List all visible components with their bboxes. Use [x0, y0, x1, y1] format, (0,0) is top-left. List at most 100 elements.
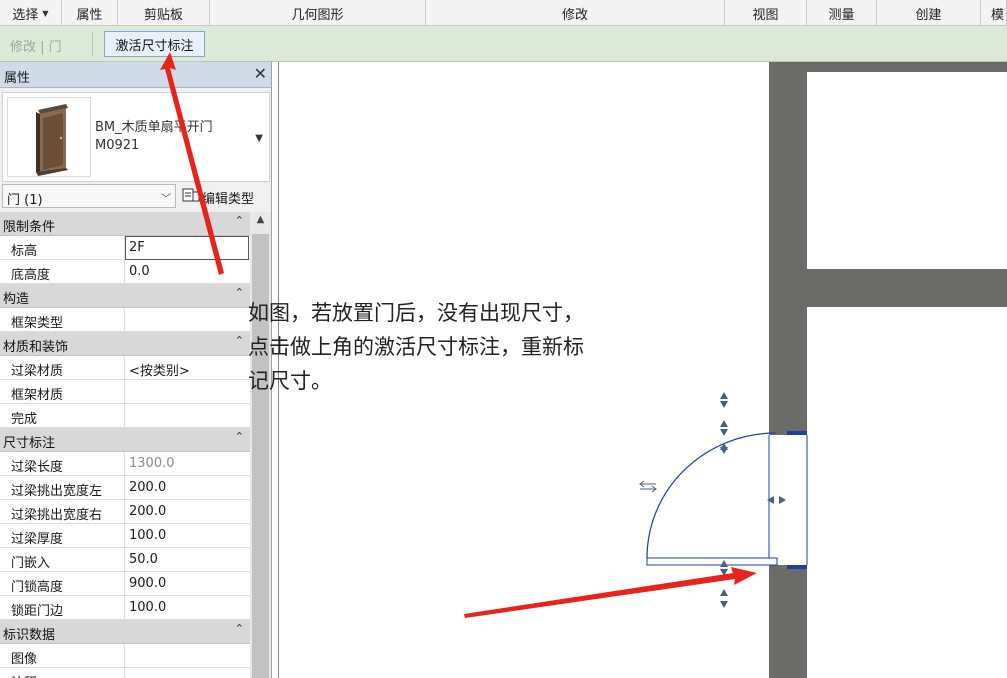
- ribbon-tab-view[interactable]: 视图: [725, 0, 807, 26]
- property-row: 完成: [0, 404, 250, 428]
- property-key: 门嵌入: [0, 548, 125, 571]
- ribbon-tab-label: 修改: [561, 7, 588, 23]
- door-thumbnail-icon: [7, 97, 91, 177]
- property-value[interactable]: [126, 308, 250, 331]
- ribbon-tab-label: 模: [990, 7, 1004, 23]
- annotation-line: 记尺寸。: [248, 369, 332, 393]
- property-row: 图像: [0, 644, 250, 668]
- properties-header: 属性 ✕: [0, 62, 271, 88]
- ribbon-tab-label: 剪贴板: [143, 7, 183, 23]
- group-constraints[interactable]: 限制条件 ⌃: [0, 212, 250, 236]
- properties-panel: 属性 ✕ BM_木质单扇平开门 M0921 ▼ 门 (1) ﹀ 编辑类型 限制条…: [0, 62, 272, 678]
- property-row: 注释: [0, 668, 250, 678]
- wall-vertical[interactable]: [769, 62, 807, 678]
- room-area: [807, 307, 1007, 678]
- property-value[interactable]: 900.0: [126, 572, 250, 595]
- group-materials[interactable]: 材质和装饰 ⌃: [0, 332, 250, 356]
- property-row: 门锁高度 900.0: [0, 572, 250, 596]
- edit-type-label: 编辑类型: [202, 191, 255, 207]
- swap-direction-icon[interactable]: [639, 480, 657, 493]
- group-identity-data[interactable]: 标识数据 ⌃: [0, 620, 250, 644]
- property-value[interactable]: 200.0: [126, 476, 250, 499]
- group-construction[interactable]: 构造 ⌃: [0, 284, 250, 308]
- ribbon-tab-bar: 选择 ▼ 属性 剪贴板 几何图形 修改 视图 测量 创建 模: [0, 0, 1007, 26]
- edit-type-icon: [182, 187, 200, 207]
- ribbon-tab-select[interactable]: 选择 ▼: [0, 0, 62, 26]
- property-row: 框架材质: [0, 380, 250, 404]
- property-key: 锁距门边: [0, 596, 125, 619]
- ribbon-tab-label: 几何图形: [291, 7, 344, 23]
- ribbon-tab-label: 选择: [12, 7, 39, 23]
- ribbon-tab-label: 测量: [828, 7, 855, 23]
- group-label: 构造: [3, 292, 30, 307]
- type-mark-line: M0921: [95, 138, 140, 153]
- collapse-icon[interactable]: ⌃: [235, 286, 244, 299]
- property-value[interactable]: [126, 644, 250, 667]
- ribbon-tab-geometry[interactable]: 几何图形: [210, 0, 426, 26]
- property-key: 底高度: [0, 260, 125, 283]
- property-key: 图像: [0, 644, 125, 667]
- type-name: BM_木质单扇平开门 M0921: [95, 119, 213, 155]
- ribbon-tab-modify[interactable]: 修改: [426, 0, 725, 26]
- toolbar-divider: [92, 32, 93, 56]
- group-dimensions[interactable]: 尺寸标注 ⌃: [0, 428, 250, 452]
- type-name-line: BM_木质单扇平开门: [95, 120, 213, 135]
- ribbon-tab-label: 视图: [752, 7, 779, 23]
- context-toolbar: 修改 | 门 激活尺寸标注: [0, 26, 1007, 62]
- edit-type-button[interactable]: 编辑类型: [182, 186, 254, 208]
- property-value[interactable]: 0.0: [126, 260, 250, 283]
- annotation-line: 点击做上角的激活尺寸标注，重新标: [248, 335, 584, 359]
- ribbon-tab-model[interactable]: 模: [981, 0, 1007, 26]
- property-value[interactable]: 100.0: [126, 596, 250, 619]
- property-row: 过梁材质 <按类别>: [0, 356, 250, 380]
- scroll-up-icon[interactable]: ▲: [250, 212, 271, 230]
- property-value[interactable]: 200.0: [126, 500, 250, 523]
- properties-title: 属性: [4, 71, 31, 86]
- instance-filter-dropdown[interactable]: 门 (1) ﹀: [2, 184, 176, 208]
- activate-dimensions-button[interactable]: 激活尺寸标注: [104, 31, 205, 57]
- ribbon-tab-clipboard[interactable]: 剪贴板: [118, 0, 210, 26]
- level-value-field[interactable]: 2F: [125, 236, 249, 260]
- instruction-annotation: 如图，若放置门后，没有出现尺寸， 点击做上角的激活尺寸标注，重新标 记尺寸。: [248, 296, 658, 398]
- room-area: [807, 72, 1007, 269]
- close-icon[interactable]: ✕: [254, 64, 267, 83]
- chevron-down-icon[interactable]: ▼: [255, 133, 263, 144]
- property-value[interactable]: <按类别>: [126, 356, 250, 379]
- property-key: 过梁材质: [0, 356, 125, 379]
- annotation-line: 如图，若放置门后，没有出现尺寸，: [248, 301, 584, 325]
- collapse-icon[interactable]: ⌃: [235, 430, 244, 443]
- property-row: 底高度 0.0: [0, 260, 250, 284]
- property-grid: 限制条件 ⌃ 标高 2F 底高度 0.0 构造 ⌃ 框架类型 材质和装饰 ⌃ 过…: [0, 212, 250, 678]
- property-row: 过梁长度 1300.0: [0, 452, 250, 476]
- property-row: 门嵌入 50.0: [0, 548, 250, 572]
- property-value[interactable]: 100.0: [126, 524, 250, 547]
- collapse-icon[interactable]: ⌃: [235, 622, 244, 635]
- instance-filter-label: 门 (1): [7, 193, 43, 208]
- group-label: 尺寸标注: [3, 436, 56, 451]
- ribbon-tab-properties[interactable]: 属性: [62, 0, 118, 26]
- property-key: 门锁高度: [0, 572, 125, 595]
- ribbon-tab-measure[interactable]: 测量: [807, 0, 877, 26]
- property-row: 框架类型: [0, 308, 250, 332]
- chevron-down-icon: ﹀: [161, 194, 171, 205]
- property-key: 过梁厚度: [0, 524, 125, 547]
- property-key: 过梁挑出宽度左: [0, 476, 125, 499]
- group-label: 限制条件: [3, 220, 56, 235]
- group-label: 材质和装饰: [3, 340, 69, 355]
- group-label: 标识数据: [3, 628, 56, 643]
- collapse-icon[interactable]: ⌃: [235, 334, 244, 347]
- property-value[interactable]: [126, 404, 250, 427]
- property-key: 过梁挑出宽度右: [0, 500, 125, 523]
- ribbon-tab-label: 创建: [915, 7, 942, 23]
- properties-scrollbar[interactable]: ▲: [250, 212, 271, 678]
- property-value[interactable]: [126, 380, 250, 403]
- type-selector[interactable]: BM_木质单扇平开门 M0921 ▼: [2, 92, 270, 182]
- property-value[interactable]: [126, 668, 250, 678]
- property-row: 锁距门边 100.0: [0, 596, 250, 620]
- property-key: 注释: [0, 668, 125, 678]
- ribbon-tab-create[interactable]: 创建: [877, 0, 981, 26]
- collapse-icon[interactable]: ⌃: [235, 214, 244, 227]
- property-key: 过梁长度: [0, 452, 125, 475]
- modify-door-label: 修改 | 门: [10, 40, 62, 55]
- property-value[interactable]: 50.0: [126, 548, 250, 571]
